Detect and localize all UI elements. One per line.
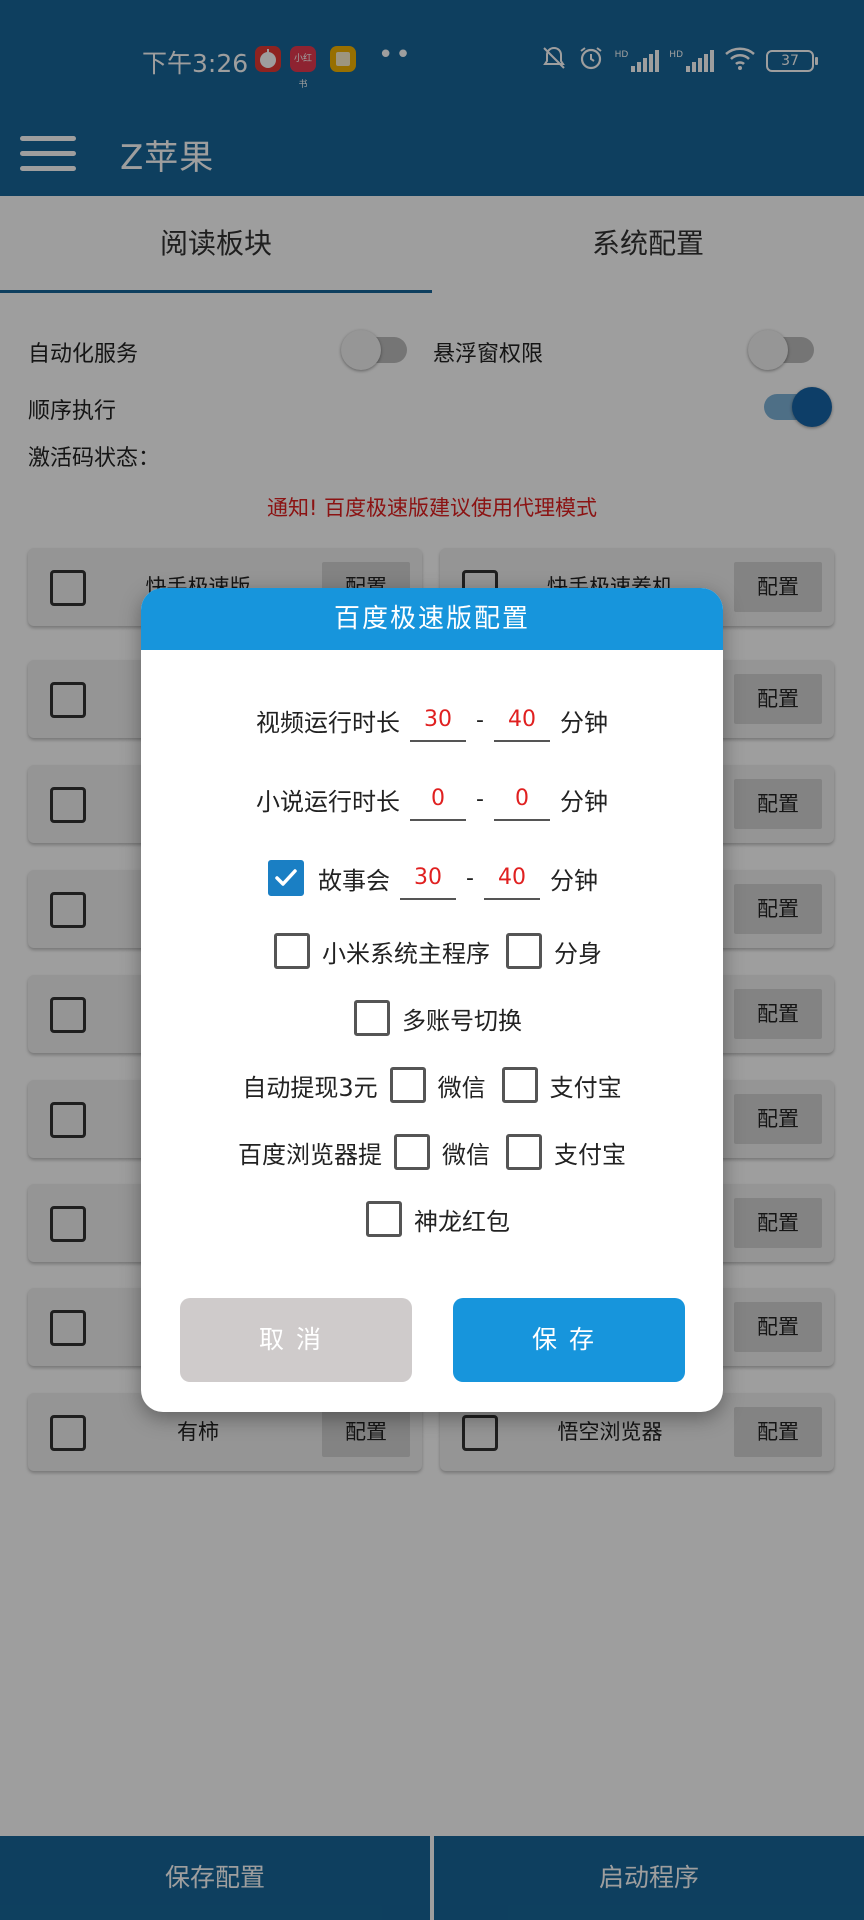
range-dash: - — [476, 707, 484, 733]
video-max-input[interactable]: 40 — [493, 698, 550, 742]
dialog-title: 百度极速版配置 — [141, 588, 723, 650]
multi-account-label: 多账号切换 — [402, 1006, 522, 1035]
novel-max-input[interactable]: 0 — [493, 777, 550, 821]
baidu-browser-label: 百度浏览器提 — [238, 1140, 382, 1169]
story-row: 故事会 30 - 40 分钟 — [141, 848, 723, 908]
clone-checkbox[interactable] — [506, 933, 542, 969]
withdraw-alipay-label: 支付宝 — [549, 1073, 622, 1102]
withdraw-wechat-checkbox[interactable] — [389, 1067, 426, 1103]
cancel-button[interactable]: 取消 — [180, 1298, 412, 1382]
novel-duration-label: 小说运行时长 — [256, 787, 401, 816]
withdraw-wechat-label: 微信 — [437, 1073, 486, 1102]
range-dash: - — [466, 865, 474, 891]
check-icon — [275, 869, 297, 886]
clone-label: 分身 — [554, 939, 602, 968]
video-duration-row: 视频运行时长 30 - 40 分钟 — [141, 690, 723, 750]
novel-duration-row: 小说运行时长 0 - 0 分钟 — [141, 769, 723, 829]
browser-wechat-label: 微信 — [442, 1140, 490, 1169]
video-duration-label: 视频运行时长 — [256, 708, 401, 737]
video-min-input[interactable]: 30 — [410, 698, 467, 742]
xiaomi-main-label: 小米系统主程序 — [322, 939, 490, 968]
browser-alipay-checkbox[interactable] — [506, 1134, 542, 1170]
xiaomi-main-checkbox[interactable] — [274, 933, 310, 969]
story-checkbox[interactable] — [268, 860, 305, 896]
config-dialog: 百度极速版配置 视频运行时长 30 - 40 分钟 小说运行时长 0 - 0 分… — [141, 588, 723, 1412]
multi-account-checkbox[interactable] — [354, 1000, 390, 1036]
story-label: 故事会 — [318, 866, 391, 895]
browser-wechat-checkbox[interactable] — [394, 1134, 430, 1170]
unit-label: 分钟 — [559, 787, 608, 816]
xiaomi-row: 小米系统主程序 分身 — [141, 921, 723, 981]
story-max-input[interactable]: 40 — [483, 856, 540, 900]
shenlong-label: 神龙红包 — [414, 1207, 510, 1236]
baidu-browser-row: 百度浏览器提 微信 支付宝 — [141, 1122, 723, 1182]
withdraw-alipay-checkbox[interactable] — [501, 1067, 538, 1103]
unit-label: 分钟 — [559, 708, 608, 737]
browser-alipay-label: 支付宝 — [554, 1140, 626, 1169]
range-dash: - — [476, 786, 484, 812]
shenlong-checkbox[interactable] — [366, 1201, 402, 1237]
auto-withdraw-row: 自动提现3元 微信 支付宝 — [141, 1055, 723, 1115]
shenlong-row: 神龙红包 — [141, 1189, 723, 1249]
unit-label: 分钟 — [549, 866, 598, 895]
save-button[interactable]: 保存 — [453, 1298, 685, 1382]
multi-account-row: 多账号切换 — [141, 988, 723, 1048]
novel-min-input[interactable]: 0 — [410, 777, 467, 821]
auto-withdraw-label: 自动提现3元 — [242, 1073, 378, 1102]
story-min-input[interactable]: 30 — [400, 856, 457, 900]
